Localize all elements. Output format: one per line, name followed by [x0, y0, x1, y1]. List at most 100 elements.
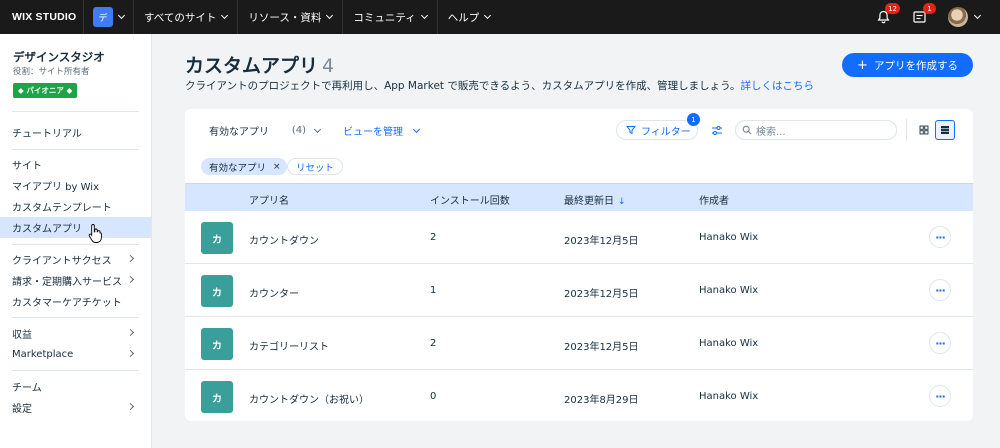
nav-help[interactable]: ヘルプ — [438, 0, 501, 34]
app-count: 4 — [322, 55, 335, 77]
filter-count-badge: 1 — [687, 113, 700, 126]
more-actions-button[interactable]: ··· — [929, 226, 951, 248]
more-actions-button[interactable]: ··· — [929, 385, 951, 407]
chevron-down-icon — [221, 11, 229, 19]
sidebar-item-my-apps[interactable]: マイアプリ by Wix — [0, 175, 151, 196]
search-icon — [742, 125, 752, 135]
studio-name: デザインスタジオ — [13, 50, 105, 64]
table-header: アプリ名 インストール回数 最終更新日 ↓ 作成者 — [185, 183, 973, 211]
install-count: 2 — [430, 338, 437, 349]
column-header-author[interactable]: 作成者 — [699, 192, 729, 207]
author: Hanako Wix — [699, 285, 759, 296]
sidebar-item-label: Marketplace — [12, 349, 74, 360]
account-menu[interactable] — [948, 7, 982, 27]
sidebar-item-custom-apps[interactable]: カスタムアプリ — [0, 217, 151, 238]
table-row[interactable]: カ カウンター 1 2023年12月5日 Hanako Wix ··· — [185, 264, 973, 317]
filter-button[interactable]: フィルター 1 — [616, 113, 700, 140]
app-name: カテゴリーリスト — [249, 342, 329, 353]
sidebar-item-customer-care[interactable]: カスタマーケアチケット — [0, 291, 151, 312]
table-settings-button[interactable] — [707, 120, 727, 140]
learn-more-link[interactable]: 詳しくはこちら — [741, 80, 815, 92]
nav-community-label: コミュニティ — [353, 11, 416, 24]
page-title-text: カスタムアプリ — [185, 55, 319, 77]
sidebar-item-team[interactable]: チーム — [0, 376, 151, 397]
sidebar-item-label: カスタマーケアチケット — [12, 298, 122, 309]
page-subtitle: クライアントのプロジェクトで再利用し、App Market で販売できるよう、カ… — [185, 78, 814, 93]
nav-community[interactable]: コミュニティ — [343, 0, 438, 34]
reset-filters-button[interactable]: リセット — [287, 158, 344, 175]
table-icon — [941, 126, 949, 134]
install-count: 1 — [430, 285, 437, 296]
chevron-down-icon — [412, 125, 421, 134]
manage-views-button[interactable]: ビューを管理 — [343, 121, 421, 140]
sidebar-item-label: 収益 — [12, 330, 32, 341]
sidebar-item-label: カスタムアプリ — [12, 224, 82, 235]
create-app-label: アプリを作成する — [873, 59, 958, 72]
chevron-down-icon — [313, 125, 322, 134]
sidebar-item-custom-templates[interactable]: カスタムテンプレート — [0, 196, 151, 217]
sidebar-item-label: サイト — [12, 161, 42, 172]
filter-button-label: フィルター — [641, 126, 691, 138]
chevron-down-icon — [117, 11, 126, 19]
divider — [906, 119, 907, 141]
filter-icon — [626, 126, 636, 135]
more-actions-button[interactable]: ··· — [929, 279, 951, 301]
chevron-right-icon — [126, 349, 135, 358]
sidebar-item-billing[interactable]: 請求・定期購入サービス — [0, 270, 151, 291]
column-header-installs[interactable]: インストール回数 — [430, 192, 510, 207]
table-view-button[interactable] — [935, 120, 955, 140]
nav-resources-label: リソース・資料 — [248, 11, 322, 24]
notifications-button[interactable]: 12 — [872, 3, 900, 28]
inbox-button[interactable]: 1 — [908, 3, 936, 28]
table-row[interactable]: カ カウントダウン（お祝い） 0 2023年8月29日 Hanako Wix ·… — [185, 370, 973, 421]
divider — [12, 317, 139, 318]
divider — [12, 370, 139, 371]
workspace-badge: デ — [93, 7, 113, 27]
pioneer-badge: ◆ パイオニア ◆ — [13, 83, 78, 98]
page-subtitle-text: クライアントのプロジェクトで再利用し、App Market で販売できるよう、カ… — [185, 80, 741, 92]
sidebar-item-tutorial[interactable]: チュートリアル — [0, 122, 151, 143]
more-actions-button[interactable]: ··· — [929, 332, 951, 354]
column-header-name[interactable]: アプリ名 — [249, 192, 289, 207]
avatar — [948, 7, 968, 27]
app-thumbnail: カ — [201, 275, 233, 307]
wix-studio-logo[interactable]: WIX STUDIO — [0, 11, 83, 23]
chevron-down-icon — [484, 11, 492, 19]
sidebar-item-marketplace[interactable]: Marketplace — [0, 344, 151, 365]
plus-icon: + — [857, 57, 868, 73]
app-thumbnail: カ — [201, 222, 233, 254]
grid-view-button[interactable] — [914, 120, 934, 140]
sidebar-item-client-success[interactable]: クライアントサクセス — [0, 249, 151, 270]
column-header-updated[interactable]: 最終更新日 ↓ — [564, 192, 626, 207]
chevron-right-icon — [126, 402, 135, 411]
sidebar-item-sites[interactable]: サイト — [0, 154, 151, 175]
install-count: 0 — [430, 391, 437, 402]
last-updated: 2023年12月5日 — [564, 342, 639, 353]
chevron-right-icon — [126, 328, 135, 337]
create-app-button[interactable]: + アプリを作成する — [842, 53, 973, 77]
close-icon[interactable]: × — [273, 162, 281, 172]
sidebar-item-revenue[interactable]: 収益 — [0, 323, 151, 344]
nav-all-sites[interactable]: すべてのサイト — [134, 0, 239, 34]
page-title: カスタムアプリ 4 — [185, 51, 334, 78]
nav-resources[interactable]: リソース・資料 — [238, 0, 344, 34]
search-input[interactable]: 検索... — [735, 120, 897, 140]
author: Hanako Wix — [699, 232, 759, 243]
app-thumbnail: カ — [201, 381, 233, 413]
chevron-down-icon — [326, 11, 334, 19]
active-filter-label: 有効なアプリ — [209, 162, 267, 174]
view-dropdown[interactable]: 有効なアプリ (4) — [201, 121, 326, 140]
table-row[interactable]: カ カテゴリーリスト 2 2023年12月5日 Hanako Wix ··· — [185, 317, 973, 370]
author: Hanako Wix — [699, 391, 759, 402]
divider — [12, 149, 139, 150]
search-placeholder: 検索... — [756, 126, 786, 138]
notifications-count-badge: 12 — [885, 3, 900, 14]
sidebar-item-label: 設定 — [12, 404, 32, 415]
sidebar-item-settings[interactable]: 設定 — [0, 397, 151, 418]
divider — [12, 244, 139, 245]
table-row[interactable]: カ カウントダウン 2 2023年12月5日 Hanako Wix ··· — [185, 211, 973, 264]
app-name: カウンター — [249, 289, 299, 300]
workspace-switcher[interactable]: デ — [83, 0, 134, 34]
inbox-count-badge: 1 — [923, 3, 936, 14]
view-dropdown-label: 有効なアプリ — [209, 127, 269, 138]
